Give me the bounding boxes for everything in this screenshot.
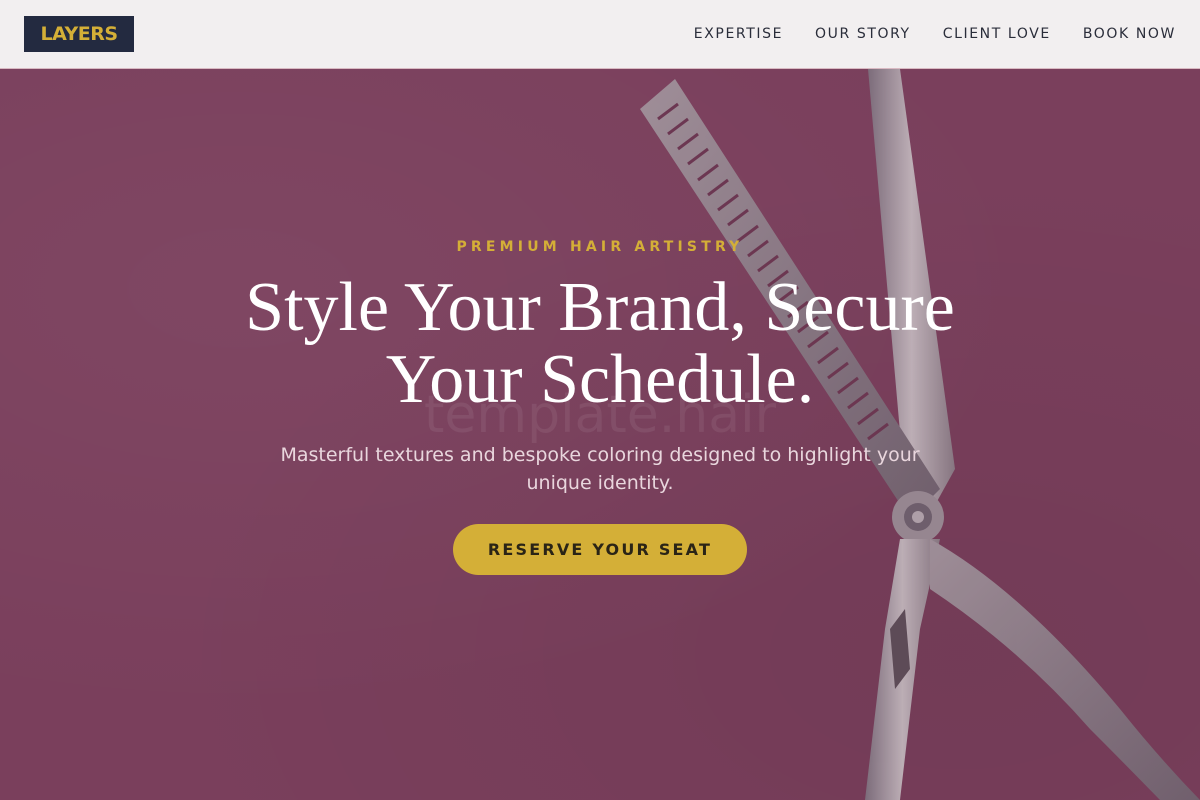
nav-link-client-love[interactable]: CLIENT LOVE bbox=[943, 26, 1051, 42]
hero-content: PREMIUM HAIR ARTISTRY template.hair Styl… bbox=[0, 69, 1200, 800]
logo[interactable]: LAYERS bbox=[24, 16, 134, 52]
nav-link-book-now[interactable]: BOOK NOW bbox=[1083, 26, 1176, 42]
hero-section: PREMIUM HAIR ARTISTRY template.hair Styl… bbox=[0, 69, 1200, 800]
hero-subtext: Masterful textures and bespoke coloring … bbox=[280, 444, 920, 494]
nav-link-expertise[interactable]: EXPERTISE bbox=[694, 26, 783, 42]
hero-headline: Style Your Brand, Secure Your Schedule. bbox=[245, 269, 955, 418]
main-nav: EXPERTISE OUR STORY CLIENT LOVE BOOK NOW bbox=[662, 0, 1176, 68]
site-header: LAYERS EXPERTISE OUR STORY CLIENT LOVE B… bbox=[0, 0, 1200, 69]
nav-link-our-story[interactable]: OUR STORY bbox=[815, 26, 911, 42]
hero-eyebrow: PREMIUM HAIR ARTISTRY bbox=[456, 239, 744, 255]
reserve-seat-button[interactable]: RESERVE YOUR SEAT bbox=[453, 524, 747, 575]
